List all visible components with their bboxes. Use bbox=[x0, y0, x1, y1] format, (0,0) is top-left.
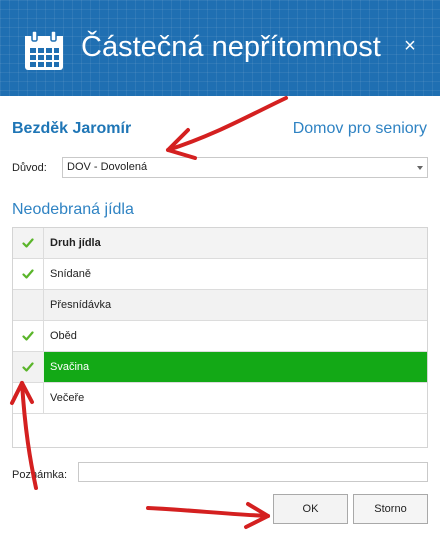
meal-row-label: Přesnídávka bbox=[50, 299, 112, 311]
meal-row-checkbox[interactable] bbox=[13, 290, 44, 320]
meal-row[interactable]: Oběd bbox=[13, 321, 427, 352]
dialog-header: Částečná nepřítomnost × bbox=[0, 0, 440, 96]
reason-select-value: DOV - Dovolená bbox=[67, 161, 148, 173]
meal-row-checkbox[interactable] bbox=[13, 383, 44, 413]
note-label: Poznámka: bbox=[12, 469, 68, 481]
cancel-button[interactable]: Storno bbox=[353, 494, 428, 524]
ok-button[interactable]: OK bbox=[273, 494, 348, 524]
meals-grid-header: Druh jídla bbox=[13, 228, 427, 259]
meal-row[interactable]: Snídaně bbox=[13, 259, 427, 290]
facility-name: Domov pro seniory bbox=[292, 120, 427, 137]
meal-row[interactable]: Večeře bbox=[13, 383, 427, 414]
arrow-to-reason-field bbox=[166, 96, 288, 160]
checkmark-icon bbox=[22, 331, 34, 341]
meals-section-title: Neodebraná jídla bbox=[12, 201, 134, 218]
meal-row-checkbox[interactable] bbox=[13, 259, 44, 289]
checkmark-icon bbox=[22, 362, 34, 372]
meal-row-label: Snídaně bbox=[50, 268, 91, 280]
meal-row-checkbox[interactable] bbox=[13, 352, 44, 382]
reason-select[interactable]: DOV - Dovolená bbox=[62, 157, 428, 178]
select-all-checkbox[interactable] bbox=[13, 228, 44, 258]
meal-row[interactable]: Svačina bbox=[13, 352, 427, 383]
meal-row-checkbox[interactable] bbox=[13, 321, 44, 351]
meal-row[interactable]: Přesnídávka bbox=[13, 290, 427, 321]
meals-grid: Druh jídla Snídaně Přesnídávka Oběd Svačina… bbox=[12, 227, 428, 448]
close-icon[interactable]: × bbox=[402, 36, 418, 56]
person-name: Bezděk Jaromír bbox=[12, 120, 132, 137]
calendar-icon bbox=[25, 30, 63, 70]
column-header-meal-type[interactable]: Druh jídla bbox=[44, 237, 101, 249]
chevron-down-icon bbox=[417, 166, 423, 170]
checkmark-icon bbox=[22, 269, 34, 279]
checkmark-icon bbox=[22, 238, 34, 248]
reason-label: Důvod: bbox=[12, 162, 47, 174]
meal-row-label: Večeře bbox=[50, 392, 85, 404]
arrow-to-ok-button bbox=[146, 502, 270, 529]
dialog-title: Částečná nepřítomnost bbox=[81, 31, 381, 63]
note-input[interactable] bbox=[78, 462, 428, 482]
meal-row-label: Oběd bbox=[50, 330, 77, 342]
meal-row-label: Svačina bbox=[50, 361, 90, 373]
